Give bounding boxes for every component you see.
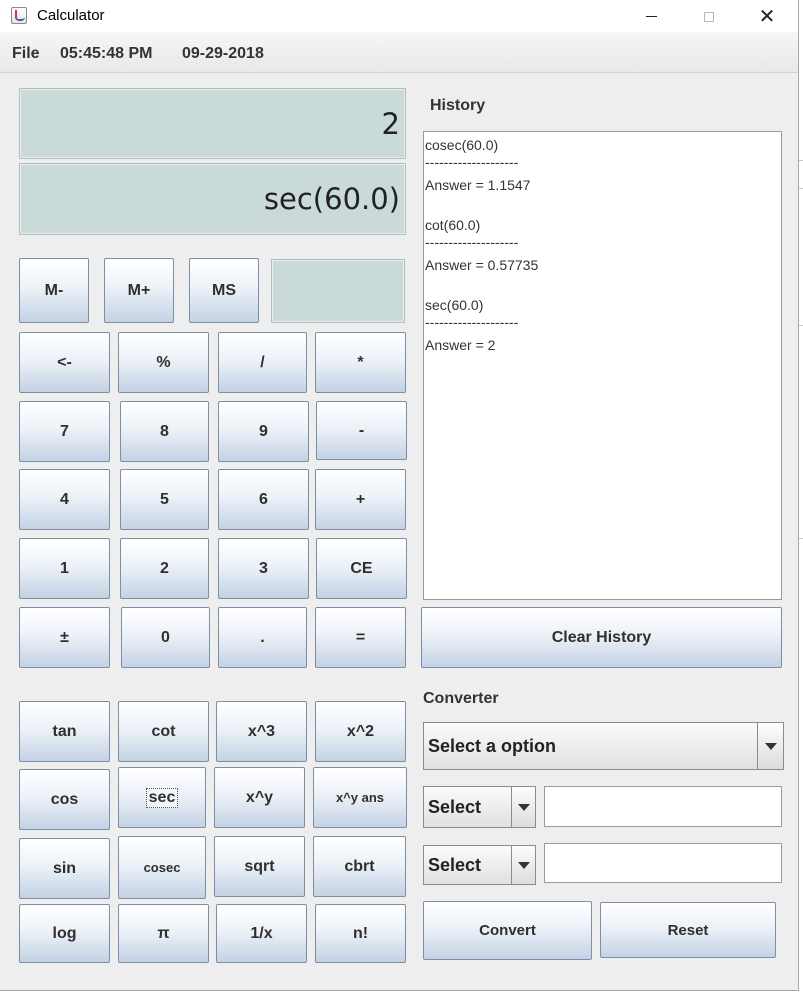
conversion-type-select[interactable]: Select a option <box>423 722 784 770</box>
history-line <box>425 195 781 215</box>
backspace-button[interactable]: <- <box>19 332 110 393</box>
digit-6-button[interactable]: 6 <box>218 469 309 530</box>
history-label: History <box>430 97 486 114</box>
memory-store-button[interactable]: MS <box>189 258 259 323</box>
memory-minus-button[interactable]: M- <box>19 258 89 323</box>
plus-minus-button[interactable]: ± <box>19 607 110 668</box>
converter-label: Converter <box>423 690 499 707</box>
power-ans-button[interactable]: x^y ans <box>313 767 407 828</box>
digit-7-button[interactable]: 7 <box>19 401 110 462</box>
close-icon: ✕ <box>758 4 776 28</box>
expression-display: sec(60.0) <box>19 163 406 235</box>
to-unit-select[interactable]: Select <box>423 845 536 885</box>
memory-plus-button[interactable]: M+ <box>104 258 174 323</box>
to-unit-value: Select <box>428 854 482 875</box>
history-line: cot(60.0) <box>425 217 481 233</box>
equals-button[interactable]: = <box>315 607 406 668</box>
multiply-button[interactable]: * <box>315 332 406 393</box>
history-line: Answer = 1.1547 <box>425 177 531 193</box>
menu-bar: File 05:45:48 PM 09-29-2018 <box>0 32 798 73</box>
dropdown-arrow-icon[interactable] <box>511 787 535 827</box>
history-separator: -------------------- <box>425 155 519 170</box>
digit-9-button[interactable]: 9 <box>218 401 309 462</box>
log-button[interactable]: log <box>19 904 110 963</box>
reciprocal-button[interactable]: 1/x <box>216 904 307 963</box>
digit-0-button[interactable]: 0 <box>121 607 210 668</box>
close-button[interactable]: ✕ <box>738 0 796 32</box>
clock-date: 09-29-2018 <box>182 45 264 62</box>
history-line: cosec(60.0) <box>425 137 499 153</box>
digit-3-button[interactable]: 3 <box>218 538 309 599</box>
percent-button[interactable]: % <box>118 332 209 393</box>
divide-button[interactable]: / <box>218 332 307 393</box>
cosec-button[interactable]: cosec <box>118 836 206 899</box>
minimize-icon <box>645 16 657 17</box>
title-bar[interactable]: Calculator ✕ <box>0 0 798 32</box>
to-value-input[interactable] <box>544 843 782 883</box>
background-window-edge <box>799 0 803 995</box>
clock-time: 05:45:48 PM <box>60 45 153 62</box>
pi-button[interactable]: π <box>118 904 209 963</box>
sec-button-label: sec <box>145 787 179 808</box>
dropdown-arrow-icon[interactable] <box>757 723 783 769</box>
factorial-button[interactable]: n! <box>315 904 406 963</box>
java-app-icon <box>11 7 27 24</box>
memory-display <box>271 259 405 323</box>
from-value-input[interactable] <box>544 786 782 827</box>
calculator-window: Calculator ✕ File 05:45:48 PM 09-29-2018… <box>0 0 799 991</box>
dropdown-arrow-icon[interactable] <box>511 846 535 884</box>
result-display: 2 <box>19 88 406 159</box>
reset-button[interactable]: Reset <box>600 902 776 958</box>
decimal-button[interactable]: . <box>218 607 307 668</box>
power-button[interactable]: x^y <box>214 767 305 828</box>
clear-entry-button[interactable]: CE <box>316 538 407 599</box>
history-line: Answer = 2 <box>425 337 496 353</box>
window-title: Calculator <box>37 7 105 24</box>
clear-history-button[interactable]: Clear History <box>421 607 782 668</box>
history-line: sec(60.0) <box>425 297 484 313</box>
subtract-button[interactable]: - <box>316 401 407 460</box>
tan-button[interactable]: tan <box>19 701 110 762</box>
menu-file[interactable]: File <box>12 45 40 63</box>
sqrt-button[interactable]: sqrt <box>214 836 305 897</box>
maximize-button[interactable] <box>680 0 738 32</box>
convert-button[interactable]: Convert <box>423 901 592 960</box>
cot-button[interactable]: cot <box>118 701 209 762</box>
digit-5-button[interactable]: 5 <box>120 469 209 530</box>
cbrt-button[interactable]: cbrt <box>313 836 406 897</box>
history-line: Answer = 0.57735 <box>425 257 539 273</box>
cos-button[interactable]: cos <box>19 769 110 830</box>
digit-2-button[interactable]: 2 <box>120 538 209 599</box>
from-unit-select[interactable]: Select <box>423 786 536 828</box>
minimize-button[interactable] <box>622 0 680 32</box>
maximize-icon <box>704 11 714 22</box>
cube-button[interactable]: x^3 <box>216 701 307 762</box>
history-text-area[interactable]: cosec(60.0) -------------------- Answer … <box>423 131 782 600</box>
digit-4-button[interactable]: 4 <box>19 469 110 530</box>
from-unit-value: Select <box>428 796 482 817</box>
sin-button[interactable]: sin <box>19 838 110 899</box>
sec-button[interactable]: sec <box>118 767 206 828</box>
digit-1-button[interactable]: 1 <box>19 538 110 599</box>
history-separator: -------------------- <box>425 315 519 330</box>
history-line <box>425 275 781 295</box>
square-button[interactable]: x^2 <box>315 701 406 762</box>
history-separator: -------------------- <box>425 235 519 250</box>
add-button[interactable]: + <box>315 469 406 530</box>
conversion-type-value: Select a option <box>428 735 557 756</box>
digit-8-button[interactable]: 8 <box>120 401 209 462</box>
